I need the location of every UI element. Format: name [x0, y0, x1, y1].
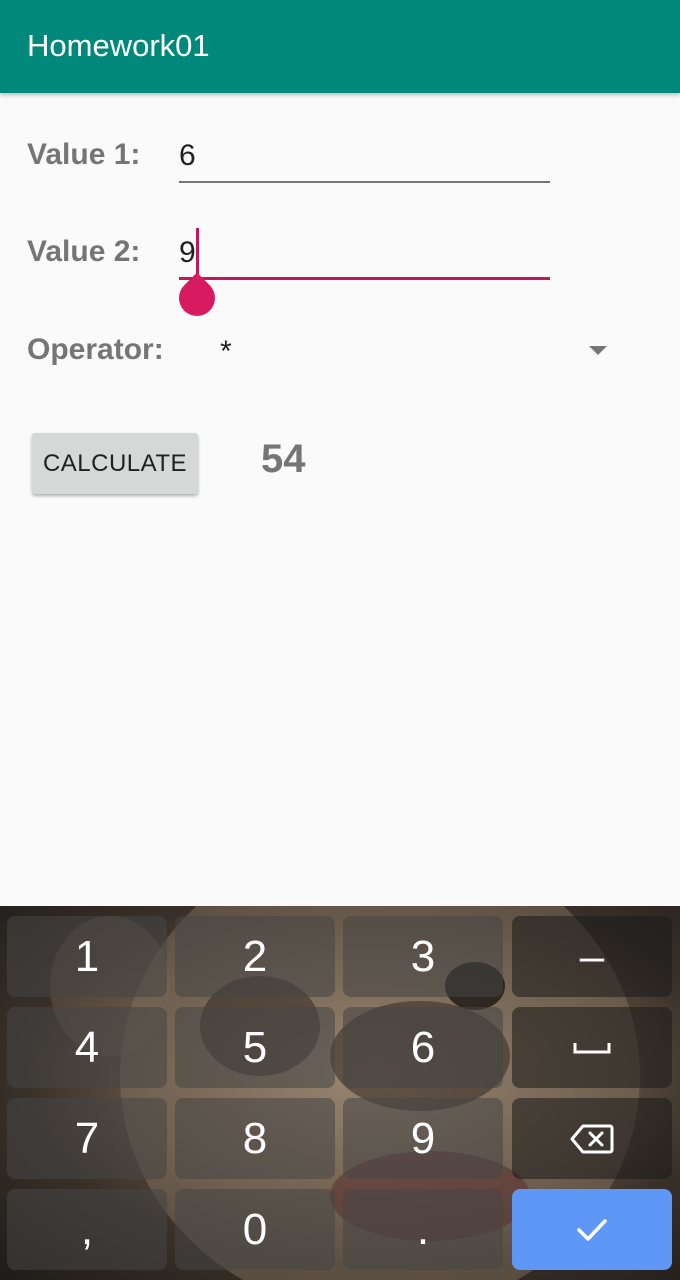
- key-6[interactable]: 6: [343, 1007, 503, 1088]
- calculate-button[interactable]: CALCULATE: [32, 433, 198, 494]
- key-comma[interactable]: ,: [7, 1189, 167, 1270]
- dropdown-arrow-icon: [589, 346, 607, 355]
- value1-underline: [179, 181, 550, 183]
- value2-input[interactable]: [179, 230, 550, 276]
- app-bar: Homework01: [0, 0, 680, 93]
- numeric-keyboard: 1 2 3 – 4 5 6 7 8 9 , 0 .: [0, 906, 680, 1280]
- key-minus[interactable]: –: [512, 916, 672, 997]
- key-space[interactable]: [512, 1007, 672, 1088]
- key-1[interactable]: 1: [7, 916, 167, 997]
- enter-key[interactable]: [512, 1189, 672, 1270]
- space-icon: [573, 1042, 611, 1053]
- checkmark-icon: [577, 1218, 607, 1241]
- key-0[interactable]: 0: [175, 1189, 335, 1270]
- key-9[interactable]: 9: [343, 1098, 503, 1179]
- key-3[interactable]: 3: [343, 916, 503, 997]
- value1-field[interactable]: [179, 133, 550, 183]
- key-backspace[interactable]: [512, 1098, 672, 1179]
- key-2[interactable]: 2: [175, 916, 335, 997]
- value1-input[interactable]: [179, 133, 550, 179]
- result-value: 54: [261, 437, 306, 481]
- key-7[interactable]: 7: [7, 1098, 167, 1179]
- value1-label: Value 1:: [27, 138, 141, 171]
- backspace-icon: [570, 1124, 614, 1153]
- key-period[interactable]: .: [343, 1189, 503, 1270]
- value2-underline: [179, 277, 550, 280]
- operator-value: *: [220, 335, 232, 368]
- cursor-handle[interactable]: [171, 272, 223, 324]
- operator-label: Operator:: [27, 333, 164, 366]
- text-cursor: [196, 228, 199, 274]
- app-title: Homework01: [27, 28, 210, 63]
- value2-field[interactable]: [171, 228, 550, 324]
- key-4[interactable]: 4: [7, 1007, 167, 1088]
- operator-spinner[interactable]: *: [220, 330, 620, 374]
- value2-label: Value 2:: [27, 235, 141, 268]
- key-5[interactable]: 5: [175, 1007, 335, 1088]
- key-8[interactable]: 8: [175, 1098, 335, 1179]
